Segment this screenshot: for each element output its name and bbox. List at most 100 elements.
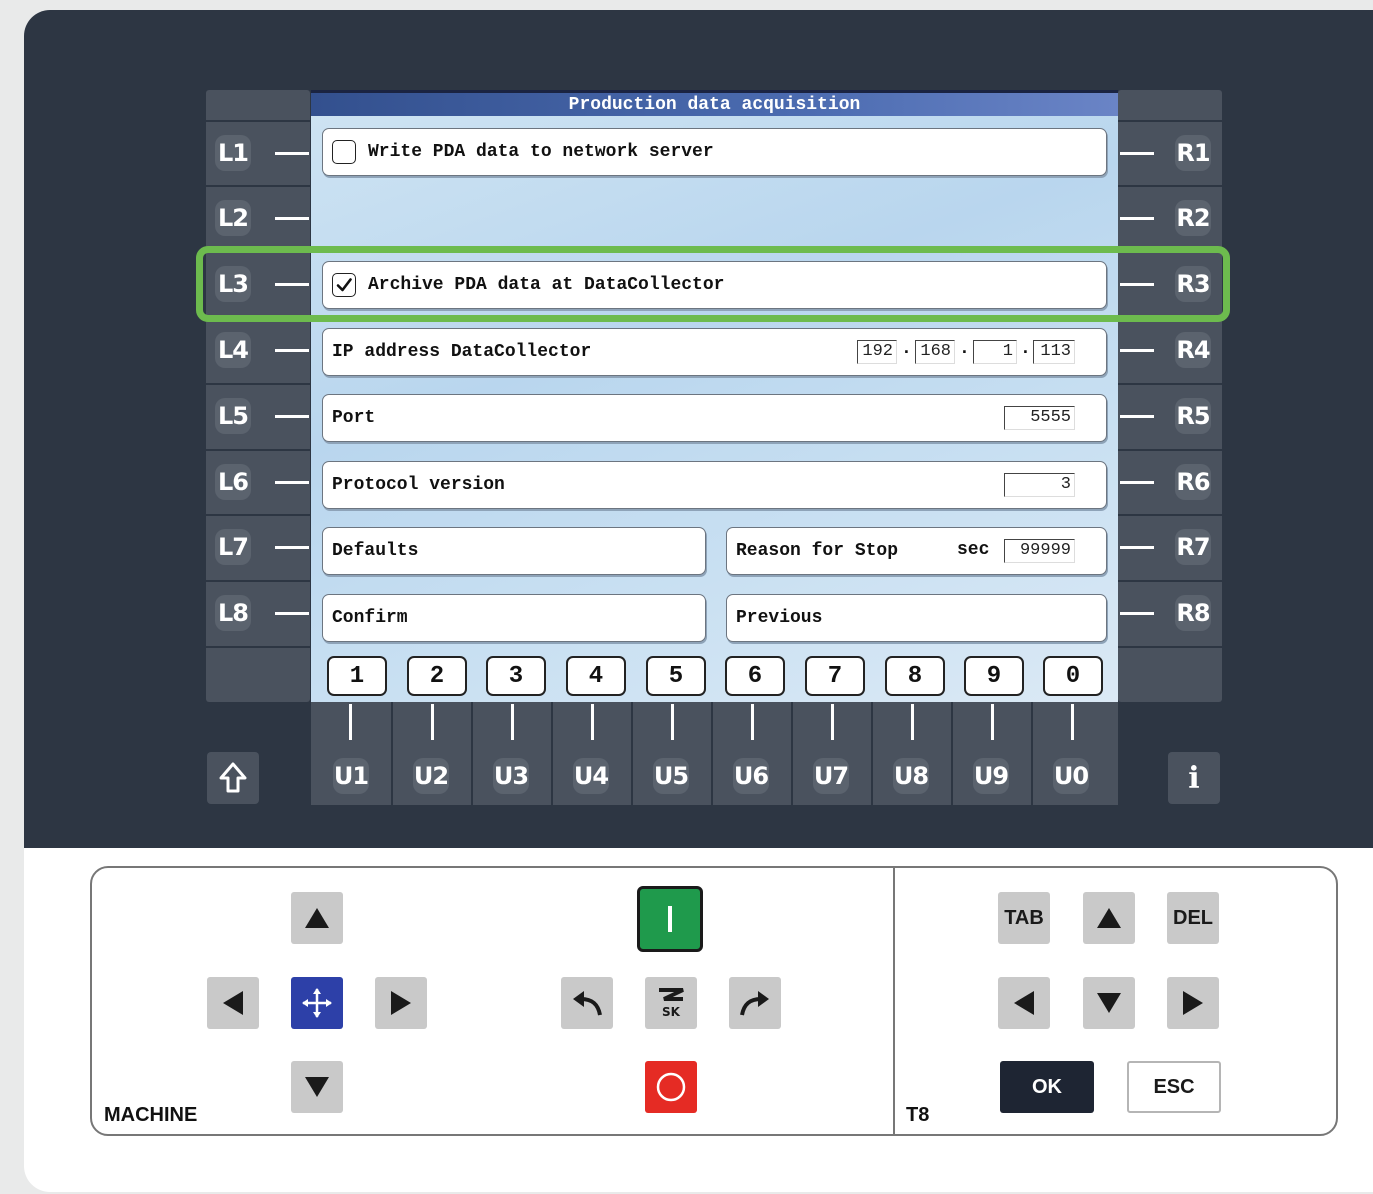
r2-connector xyxy=(1120,217,1154,220)
redo-arrow-icon xyxy=(740,991,769,1016)
ip-octet-4[interactable]: 113 xyxy=(1033,340,1075,364)
undo-button[interactable] xyxy=(561,977,613,1029)
ip-octet-3[interactable]: 1 xyxy=(973,340,1017,364)
arrow-down-icon xyxy=(305,1077,329,1097)
l2-connector xyxy=(275,217,309,220)
softkey-u8[interactable]: U8 xyxy=(893,758,929,794)
u4-connector xyxy=(591,704,594,740)
write-pda-label: Write PDA data to network server xyxy=(368,142,714,162)
move-cross-icon xyxy=(302,988,332,1018)
panel-divider xyxy=(893,868,895,1136)
esc-button[interactable]: ESC xyxy=(1127,1061,1221,1113)
defaults-button[interactable]: Defaults xyxy=(322,527,706,575)
softkey-r1[interactable]: R1 xyxy=(1175,135,1211,171)
redo-button[interactable] xyxy=(729,977,781,1029)
tab-button[interactable]: TAB xyxy=(998,892,1050,944)
l8-connector xyxy=(275,612,309,615)
number-key-5[interactable]: 5 xyxy=(646,656,706,696)
number-key-3[interactable]: 3 xyxy=(486,656,546,696)
softkey-u6[interactable]: U6 xyxy=(733,758,769,794)
shift-button[interactable] xyxy=(207,752,259,804)
l5-connector xyxy=(275,415,309,418)
softkey-r4[interactable]: R4 xyxy=(1175,332,1211,368)
ip-octet-2[interactable]: 168 xyxy=(915,340,955,364)
u6-connector xyxy=(751,704,754,740)
softkey-u9[interactable]: U9 xyxy=(973,758,1009,794)
screen-title: Production data acquisition xyxy=(311,90,1118,116)
t8-up-button[interactable] xyxy=(1083,892,1135,944)
reason-for-stop-label: Reason for Stop xyxy=(736,541,899,561)
zsk-logo-icon: SK xyxy=(659,988,684,1019)
confirm-button[interactable]: Confirm xyxy=(322,594,706,642)
softkey-l4[interactable]: L4 xyxy=(215,332,251,368)
r8-connector xyxy=(1120,612,1154,615)
highlight-frame xyxy=(196,246,1230,322)
svg-text:SK: SK xyxy=(662,1005,681,1019)
machine-right-button[interactable] xyxy=(375,977,427,1029)
defaults-label: Defaults xyxy=(332,541,419,561)
softkey-r5[interactable]: R5 xyxy=(1175,398,1211,434)
stop-button[interactable] xyxy=(645,1061,697,1113)
display-bezel: L1 L2 L3 L4 L5 L6 L7 L8 R1 R2 R3 R4 R5 R… xyxy=(24,10,1373,848)
softkey-u2[interactable]: U2 xyxy=(413,758,449,794)
machine-control-panel: L1 L2 L3 L4 L5 L6 L7 L8 R1 R2 R3 R4 R5 R… xyxy=(24,10,1373,1192)
r1-connector xyxy=(1120,152,1154,155)
u9-connector xyxy=(991,704,994,740)
softkey-u0[interactable]: U0 xyxy=(1053,758,1089,794)
write-pda-row[interactable]: Write PDA data to network server xyxy=(322,128,1107,176)
del-button[interactable]: DEL xyxy=(1167,892,1219,944)
machine-down-button[interactable] xyxy=(291,1061,343,1113)
machine-left-button[interactable] xyxy=(207,977,259,1029)
info-button[interactable]: i xyxy=(1168,752,1220,804)
t8-left-button[interactable] xyxy=(998,977,1050,1029)
softkey-u5[interactable]: U5 xyxy=(653,758,689,794)
write-pda-checkbox[interactable] xyxy=(332,140,356,164)
port-row[interactable]: Port 5555 xyxy=(322,394,1107,442)
arrow-up-icon xyxy=(305,908,329,928)
number-key-9[interactable]: 9 xyxy=(964,656,1024,696)
softkey-r8[interactable]: R8 xyxy=(1175,595,1211,631)
softkey-l6[interactable]: L6 xyxy=(215,464,251,500)
ip-octet-1[interactable]: 192 xyxy=(857,340,897,364)
reason-for-stop-row[interactable]: Reason for Stop sec 99999 xyxy=(726,527,1107,575)
number-key-2[interactable]: 2 xyxy=(407,656,467,696)
ip-address-label: IP address DataCollector xyxy=(332,342,592,362)
number-key-1[interactable]: 1 xyxy=(327,656,387,696)
softkey-l7[interactable]: L7 xyxy=(215,529,251,565)
softkey-u4[interactable]: U4 xyxy=(573,758,609,794)
number-key-6[interactable]: 6 xyxy=(725,656,785,696)
start-button[interactable] xyxy=(637,886,703,952)
zsk-logo-button[interactable]: SK xyxy=(645,977,697,1029)
reason-for-stop-field[interactable]: 99999 xyxy=(1004,539,1075,563)
ip-dot-3: . xyxy=(1020,339,1031,359)
t8-right-button[interactable] xyxy=(1167,977,1219,1029)
ok-button[interactable]: OK xyxy=(1000,1061,1094,1113)
protocol-version-field[interactable]: 3 xyxy=(1004,473,1075,497)
softkey-l5[interactable]: L5 xyxy=(215,398,251,434)
move-button[interactable] xyxy=(291,977,343,1029)
number-key-7[interactable]: 7 xyxy=(805,656,865,696)
undo-arrow-icon xyxy=(573,991,602,1016)
previous-button[interactable]: Previous xyxy=(726,594,1107,642)
number-key-0[interactable]: 0 xyxy=(1043,656,1103,696)
t8-down-button[interactable] xyxy=(1083,977,1135,1029)
number-key-4[interactable]: 4 xyxy=(566,656,626,696)
start-icon xyxy=(668,906,672,932)
protocol-version-row[interactable]: Protocol version 3 xyxy=(322,461,1107,509)
softkey-u3[interactable]: U3 xyxy=(493,758,529,794)
softkey-r2[interactable]: R2 xyxy=(1175,200,1211,236)
right-cell-9 xyxy=(1118,646,1222,709)
ip-address-row[interactable]: IP address DataCollector 192 . 168 . 1 .… xyxy=(322,328,1107,376)
arrow-up-icon xyxy=(1097,908,1121,928)
softkey-r6[interactable]: R6 xyxy=(1175,464,1211,500)
softkey-u1[interactable]: U1 xyxy=(333,758,369,794)
softkey-l8[interactable]: L8 xyxy=(215,595,251,631)
softkey-u7[interactable]: U7 xyxy=(813,758,849,794)
softkey-r7[interactable]: R7 xyxy=(1175,529,1211,565)
softkey-l2[interactable]: L2 xyxy=(215,200,251,236)
machine-up-button[interactable] xyxy=(291,892,343,944)
softkey-l1[interactable]: L1 xyxy=(215,135,251,171)
r7-connector xyxy=(1120,546,1154,549)
number-key-8[interactable]: 8 xyxy=(885,656,945,696)
port-field[interactable]: 5555 xyxy=(1004,406,1075,430)
